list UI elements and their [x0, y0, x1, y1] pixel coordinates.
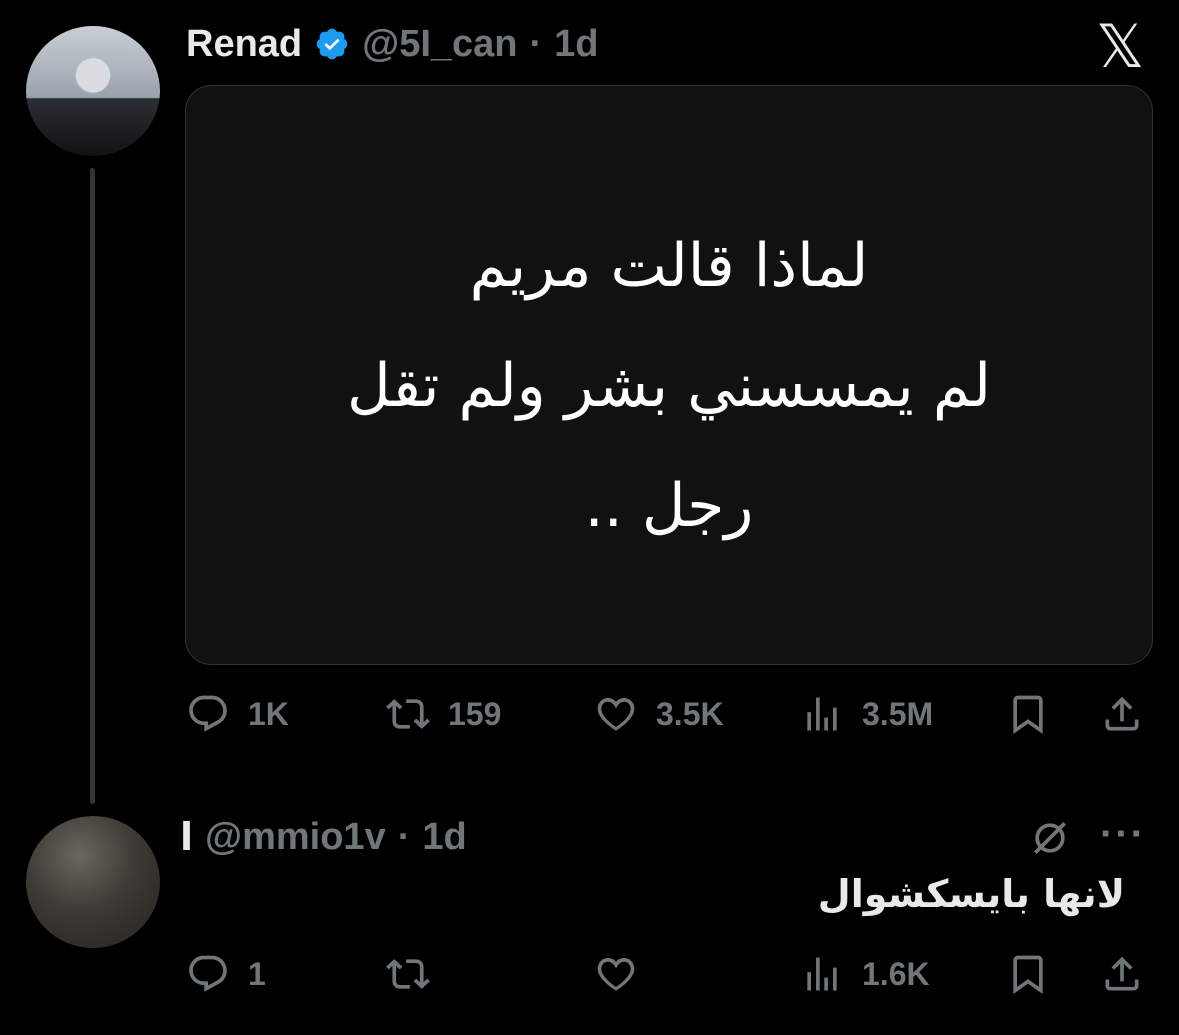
share-icon: [1105, 956, 1139, 991]
views-button[interactable]: 3.5M: [800, 692, 933, 736]
verified-badge-icon: [316, 28, 348, 60]
repost-icon: [386, 699, 430, 729]
image-text-line: رجل ..: [584, 471, 754, 541]
x-logo-icon: 𝕏: [1096, 12, 1145, 82]
share-button[interactable]: [1100, 692, 1144, 741]
reply-share-button[interactable]: [1100, 952, 1144, 1001]
reply-icon: [189, 955, 227, 992]
tweet-image[interactable]: لماذا قالت مريم لم يمسسني بشر ولم تقل رج…: [185, 85, 1153, 665]
like-button[interactable]: 3.5K: [594, 692, 724, 736]
reply-author-avatar[interactable]: [26, 816, 160, 948]
reply-reply-count: 1: [248, 955, 266, 992]
meta-separator: ·: [529, 22, 543, 65]
image-text-line: لماذا قالت مريم: [469, 231, 869, 301]
reply-button[interactable]: 1K: [186, 692, 289, 736]
share-icon: [1105, 696, 1139, 731]
reply-reply-button[interactable]: 1: [186, 952, 266, 996]
reply-views-count: 1.6K: [862, 955, 930, 992]
grok-icon: [1034, 822, 1066, 854]
image-text-line: لم يمسسني بشر ولم تقل: [346, 351, 992, 421]
like-icon: [597, 958, 635, 991]
thread-line: [90, 168, 95, 804]
tweet-time[interactable]: 1d: [554, 23, 598, 66]
image-text: لماذا قالت مريم لم يمسسني بشر ولم تقل رج…: [186, 206, 1152, 566]
reply-author-name[interactable]: ا: [180, 815, 193, 860]
reply-author-handle[interactable]: @mmio1v: [205, 816, 386, 859]
repost-icon: [386, 959, 430, 989]
grok-button[interactable]: [1028, 816, 1072, 865]
reply-count: 1K: [248, 695, 289, 732]
bookmark-button[interactable]: [1006, 692, 1050, 741]
reply-views-button[interactable]: 1.6K: [800, 952, 930, 996]
like-count: 3.5K: [656, 695, 724, 732]
views-icon: [807, 697, 837, 731]
reply-bookmark-button[interactable]: [1006, 952, 1050, 1001]
reply-meta-separator: ·: [397, 815, 411, 858]
more-icon[interactable]: ···: [1100, 812, 1146, 857]
repost-count: 159: [448, 695, 502, 732]
like-icon: [597, 698, 635, 731]
views-count: 3.5M: [862, 695, 934, 732]
reply-time[interactable]: 1d: [422, 816, 466, 859]
bookmark-icon: [1013, 955, 1043, 995]
reply-icon: [189, 695, 227, 732]
author-name[interactable]: Renad: [186, 23, 302, 66]
reply-text: لانها بايسكشوال: [817, 872, 1125, 916]
repost-button[interactable]: 159: [386, 692, 501, 736]
reply-like-button[interactable]: [594, 952, 656, 996]
author-avatar[interactable]: [26, 26, 160, 156]
views-icon: [807, 957, 837, 991]
reply-repost-button[interactable]: [386, 952, 448, 996]
bookmark-icon: [1013, 695, 1043, 735]
author-handle[interactable]: @5I_can: [362, 23, 517, 66]
